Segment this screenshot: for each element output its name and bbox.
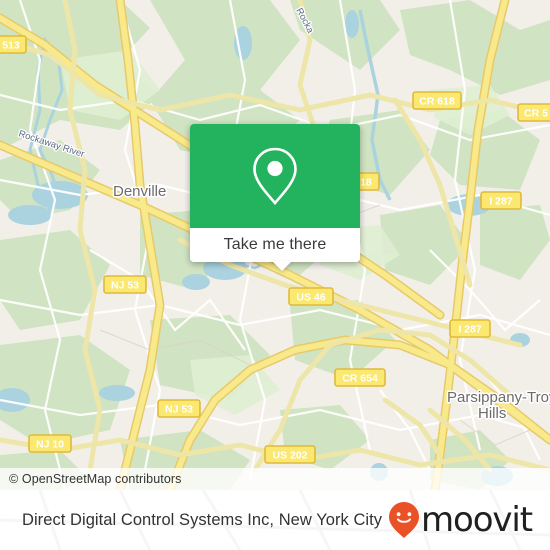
road-shield: NJ 53: [103, 275, 147, 294]
svg-text:US 46: US 46: [296, 292, 325, 304]
moovit-logo[interactable]: moovit: [388, 500, 533, 540]
place-label: Parsippany-Troy: [447, 389, 550, 406]
map-screenshot: Denville Parsippany-Troy Hills Rockaway …: [0, 0, 550, 550]
take-me-there-label: Take me there: [223, 236, 327, 253]
road-shield: US 202: [264, 445, 316, 464]
footer-bar: Direct Digital Control Systems Inc, New …: [0, 490, 550, 550]
map-pin-icon: [253, 147, 297, 206]
road-shield: 513: [0, 35, 27, 54]
svg-text:513: 513: [2, 40, 20, 52]
svg-text:CR 654: CR 654: [342, 373, 378, 385]
popup-tail: [272, 261, 292, 271]
svg-text:I 287: I 287: [458, 324, 482, 336]
svg-text:CR 618: CR 618: [419, 96, 455, 108]
moovit-wordmark: moovit: [420, 500, 533, 540]
road-shield: CR 654: [334, 368, 386, 387]
take-me-there-button[interactable]: Take me there: [190, 228, 360, 271]
location-popup-card[interactable]: Take me there: [190, 124, 360, 271]
svg-text:NJ 53: NJ 53: [165, 404, 193, 416]
road-shield: CR 5: [517, 103, 550, 122]
road-shield: NJ 53: [157, 399, 201, 418]
svg-text:CR 5: CR 5: [524, 108, 548, 120]
svg-text:NJ 53: NJ 53: [111, 280, 139, 292]
popup-image-area: [190, 124, 360, 228]
place-label: Hills: [478, 405, 506, 422]
road-shield: I 287: [480, 191, 522, 210]
moovit-pin-smiley-icon: [388, 502, 419, 538]
road-shield: I 287: [449, 319, 491, 338]
road-shield: NJ 10: [28, 434, 72, 453]
location-title: Direct Digital Control Systems Inc, New …: [22, 510, 383, 529]
map-attribution-bar: © OpenStreetMap contributors: [0, 468, 550, 490]
road-shield: US 46: [288, 287, 334, 306]
svg-text:I 287: I 287: [489, 196, 513, 208]
osm-attribution-text[interactable]: © OpenStreetMap contributors: [0, 472, 182, 486]
svg-text:US 202: US 202: [272, 450, 307, 462]
road-shield: CR 618: [412, 91, 462, 110]
svg-text:NJ 10: NJ 10: [36, 439, 64, 451]
place-label: Denville: [113, 183, 166, 200]
